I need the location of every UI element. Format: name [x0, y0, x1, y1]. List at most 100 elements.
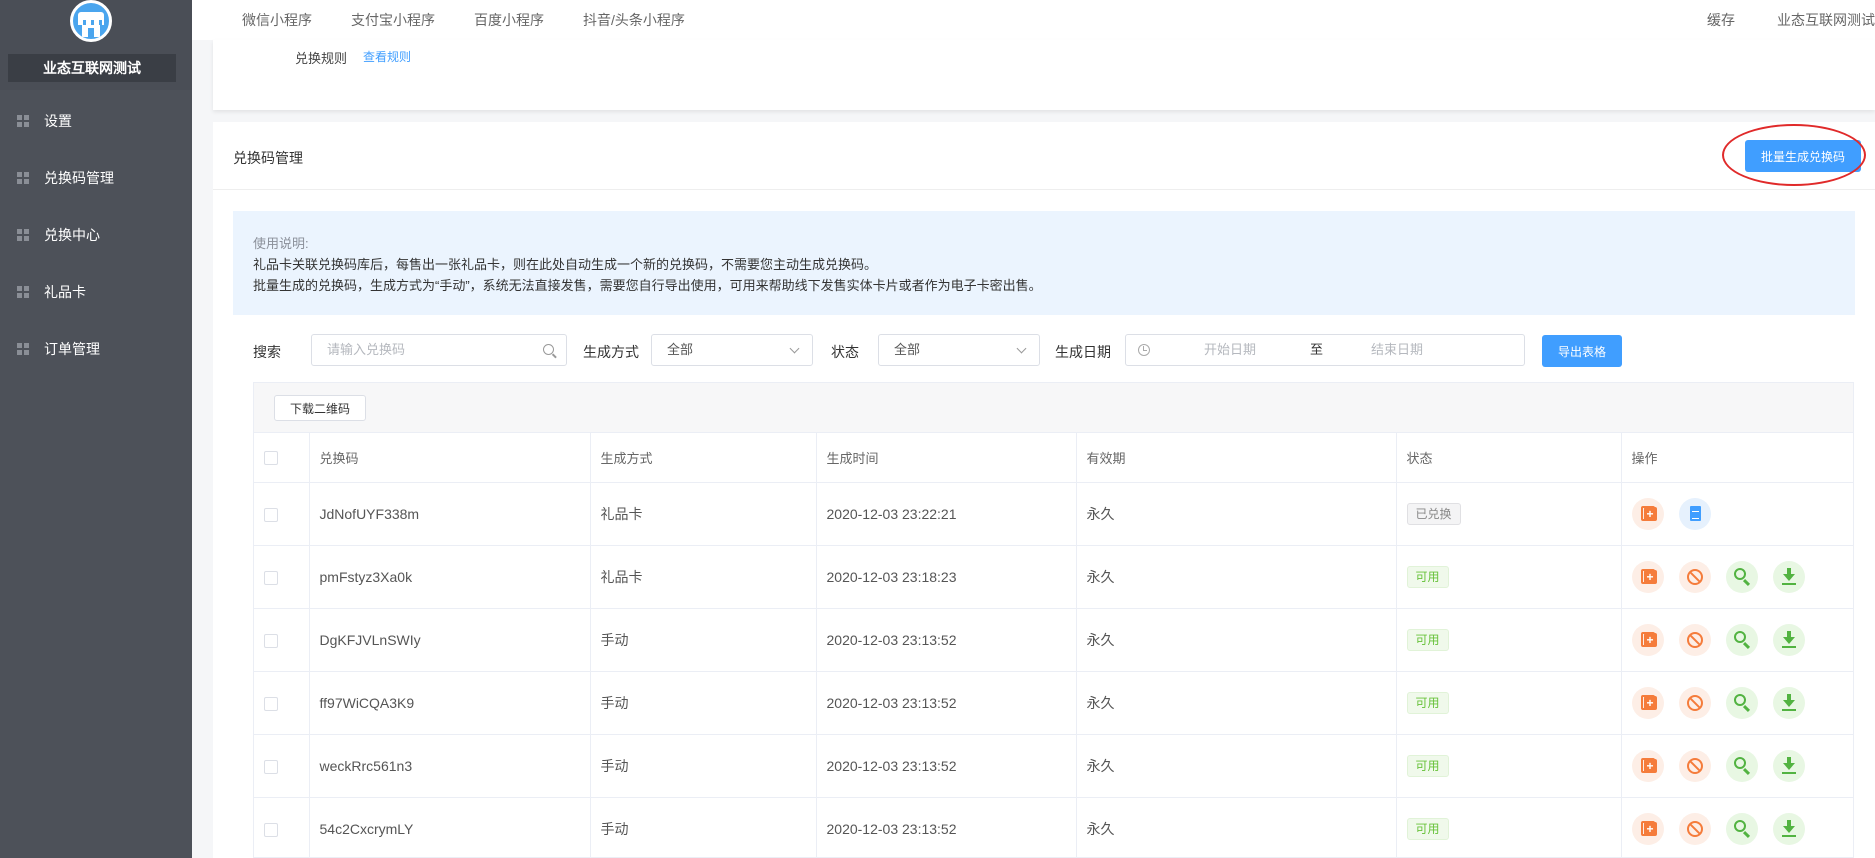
- validity-cell: 永久: [1076, 608, 1397, 672]
- sidebar-item-label: 礼品卡: [44, 284, 86, 300]
- notice-line-2: 批量生成的兑换码，生成方式为“手动”，系统无法直接发售，需要您自行导出使用，可用…: [253, 278, 1042, 293]
- row-checkbox[interactable]: [264, 570, 278, 585]
- status-select[interactable]: 全部: [878, 334, 1040, 366]
- date-separator: 至: [1310, 342, 1324, 357]
- row-select-cell: [254, 608, 310, 672]
- code-cell: ff97WiCQA3K9: [309, 671, 591, 735]
- copy-add-icon[interactable]: [1631, 749, 1664, 782]
- disable-icon[interactable]: [1678, 812, 1711, 845]
- actions-cell: [1621, 482, 1853, 546]
- download-icon[interactable]: [1772, 686, 1805, 719]
- time-cell: 2020-12-03 23:13:52: [816, 608, 1077, 672]
- top-nav: 微信小程序 支付宝小程序 百度小程序 抖音/头条小程序: [242, 0, 724, 40]
- sidebar-item-settings[interactable]: 设置: [0, 93, 192, 149]
- end-date-input[interactable]: 结束日期: [1371, 335, 1423, 365]
- date-label: 生成日期: [1055, 344, 1111, 360]
- status-cell: 已兑换: [1396, 482, 1622, 546]
- row-select-cell: [254, 482, 310, 546]
- table-row: JdNofUYF338m 礼品卡 2020-12-03 23:22:21 永久 已兑换: [254, 482, 1853, 546]
- row-checkbox[interactable]: [264, 822, 278, 837]
- row-checkbox[interactable]: [264, 696, 278, 711]
- sidebar-item-gift-card[interactable]: 礼品卡: [0, 264, 192, 320]
- row-checkbox[interactable]: [264, 633, 278, 648]
- filter-bar: 搜索 请输入兑换码 生成方式 全部 状态 全部 生成日期 开始日期 至 结束日期…: [233, 334, 1873, 368]
- table-row: weckRrc561n3 手动 2020-12-03 23:13:52 永久 可用: [254, 734, 1853, 798]
- copy-add-icon[interactable]: [1631, 623, 1664, 656]
- search-view-icon[interactable]: [1725, 686, 1758, 719]
- col-status: 状态: [1396, 433, 1622, 483]
- table-row: ff97WiCQA3K9 手动 2020-12-03 23:13:52 永久 可用: [254, 671, 1854, 735]
- method-cell: 手动: [590, 671, 817, 735]
- status-cell: 可用: [1396, 608, 1622, 672]
- tab-baidu[interactable]: 百度小程序: [474, 10, 544, 30]
- time-cell: 2020-12-03 23:18:23: [816, 545, 1077, 609]
- cache-link[interactable]: 缓存: [1707, 10, 1735, 30]
- search-placeholder: 请输入兑换码: [327, 342, 406, 357]
- disable-icon[interactable]: [1678, 686, 1711, 719]
- search-view-icon[interactable]: [1725, 749, 1758, 782]
- status-badge: 可用: [1406, 817, 1449, 840]
- search-icon: [543, 344, 554, 355]
- row-actions: [1631, 686, 1854, 719]
- copy-add-icon[interactable]: [1631, 497, 1664, 530]
- col-code: 兑换码: [309, 433, 591, 483]
- account-name[interactable]: 业态互联网测试: [1777, 10, 1875, 30]
- search-view-icon[interactable]: [1725, 623, 1758, 656]
- document-icon[interactable]: [1678, 497, 1711, 530]
- view-rules-link[interactable]: 查看规则: [363, 48, 411, 65]
- download-qrcode-button[interactable]: 下载二维码: [274, 395, 366, 421]
- tab-wechat[interactable]: 微信小程序: [242, 10, 312, 30]
- copy-add-icon[interactable]: [1631, 560, 1664, 593]
- select-all-checkbox[interactable]: [264, 451, 278, 466]
- table-body: JdNofUYF338m礼品卡2020-12-03 23:22:21永久已兑换p…: [254, 482, 1853, 858]
- download-icon[interactable]: [1772, 623, 1805, 656]
- status-badge: 已兑换: [1406, 502, 1461, 525]
- search-view-icon[interactable]: [1725, 812, 1758, 845]
- code-cell: weckRrc561n3: [309, 734, 591, 798]
- code-cell: DgKFJVLnSWIy: [309, 608, 591, 672]
- method-cell: 手动: [590, 797, 817, 858]
- disable-icon[interactable]: [1678, 749, 1711, 782]
- usage-notice: 使用说明: 礼品卡关联兑换码库后，每售出一张礼品卡，则在此处自动生成一个新的兑换…: [233, 211, 1855, 315]
- method-cell: 手动: [590, 608, 817, 672]
- card-header: 兑换码管理 批量生成兑换码: [213, 122, 1875, 190]
- method-select[interactable]: 全部: [651, 334, 813, 366]
- code-management-card: 兑换码管理 批量生成兑换码 使用说明: 礼品卡关联兑换码库后，每售出一张礼品卡，…: [213, 122, 1875, 858]
- download-icon[interactable]: [1772, 812, 1805, 845]
- sidebar-item-redeem-center[interactable]: 兑换中心: [0, 207, 192, 263]
- grid-icon: [17, 286, 29, 298]
- search-input[interactable]: 请输入兑换码: [311, 334, 567, 366]
- status-label: 状态: [831, 344, 859, 360]
- table-toolbar: 下载二维码: [254, 383, 1853, 433]
- sidebar-item-code-management[interactable]: 兑换码管理: [0, 150, 192, 206]
- download-icon[interactable]: [1772, 560, 1805, 593]
- col-actions: 操作: [1621, 433, 1853, 483]
- disable-icon[interactable]: [1678, 560, 1711, 593]
- sidebar-item-label: 兑换中心: [44, 227, 100, 243]
- download-icon[interactable]: [1772, 749, 1805, 782]
- actions-cell: [1621, 671, 1854, 735]
- code-cell: pmFstyz3Xa0k: [309, 545, 591, 609]
- sidebar-item-orders[interactable]: 订单管理: [0, 321, 192, 377]
- validity-cell: 永久: [1076, 482, 1397, 546]
- date-range-picker[interactable]: 开始日期 至 结束日期: [1125, 334, 1525, 366]
- tab-douyin[interactable]: 抖音/头条小程序: [583, 10, 685, 30]
- start-date-input[interactable]: 开始日期: [1204, 335, 1256, 365]
- time-cell: 2020-12-03 23:13:52: [816, 734, 1077, 798]
- search-view-icon[interactable]: [1725, 560, 1758, 593]
- sidebar-item-label: 设置: [44, 113, 72, 129]
- actions-cell: [1621, 545, 1853, 609]
- tab-alipay[interactable]: 支付宝小程序: [351, 10, 435, 30]
- code-table: 兑换码 生成方式 生成时间 有效期 状态 操作 JdNofUYF338m 礼品卡 2…: [254, 433, 1853, 858]
- row-select-cell: [254, 797, 310, 858]
- copy-add-icon[interactable]: [1631, 686, 1664, 719]
- method-value: 全部: [667, 342, 694, 357]
- notice-title: 使用说明:: [253, 236, 309, 251]
- actions-cell: [1621, 797, 1853, 858]
- row-checkbox[interactable]: [264, 759, 278, 774]
- disable-icon[interactable]: [1678, 623, 1711, 656]
- export-table-button[interactable]: 导出表格: [1542, 335, 1622, 367]
- table-header-row: 兑换码 生成方式 生成时间 有效期 状态 操作: [254, 433, 1853, 483]
- row-checkbox[interactable]: [264, 507, 278, 522]
- copy-add-icon[interactable]: [1631, 812, 1664, 845]
